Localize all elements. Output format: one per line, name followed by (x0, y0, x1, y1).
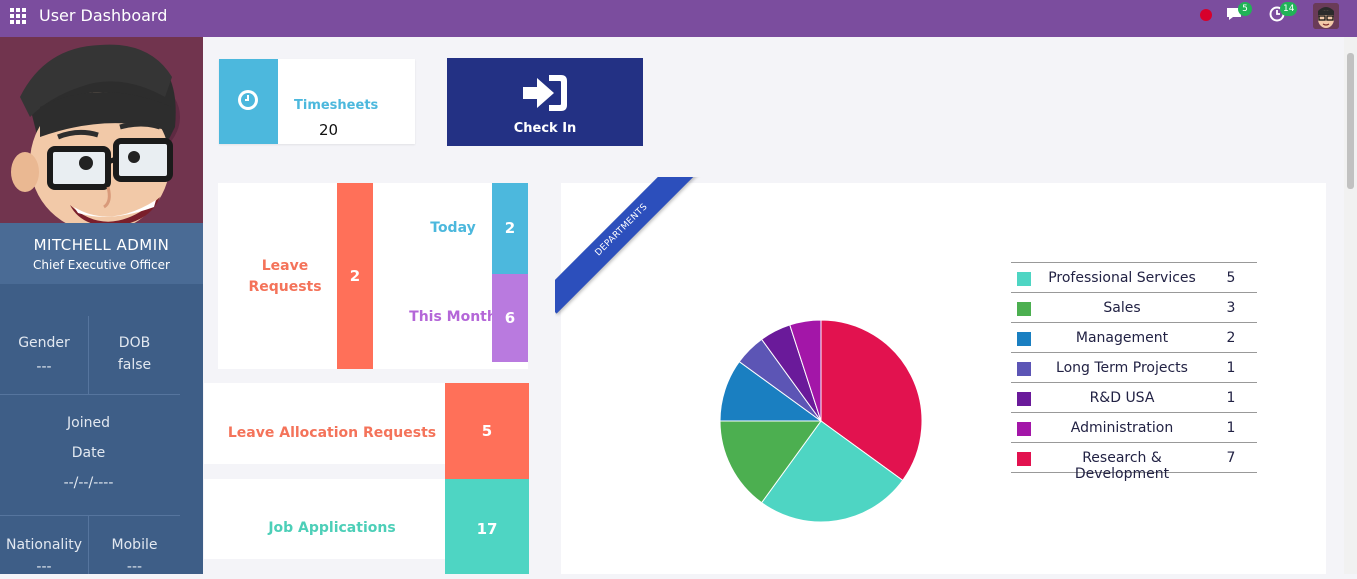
legend-row[interactable]: Management 2 (1011, 323, 1257, 353)
employee-role: Chief Executive Officer (33, 258, 170, 272)
legend-label: Research & Development (1074, 450, 1170, 482)
legend-value: 3 (1226, 300, 1236, 316)
legend-row[interactable]: R&D USA 1 (1011, 383, 1257, 413)
timesheets-value: 20 (319, 121, 339, 139)
sign-in-icon (523, 75, 567, 111)
check-in-button[interactable]: Check In (447, 58, 643, 146)
job-applications-label: Job Applications (268, 520, 396, 536)
leave-requests-count: 2 (337, 183, 373, 369)
legend-value: 5 (1226, 270, 1236, 286)
leave-month-count: 6 (492, 274, 528, 362)
info-divider (88, 316, 89, 395)
departments-ribbon: DEPARTMENTS (555, 177, 705, 327)
nationality-label: Nationality (5, 537, 82, 553)
status-dot-icon[interactable] (1200, 9, 1212, 21)
leave-allocation-card[interactable]: Leave Allocation Requests 5 (204, 383, 529, 479)
mobile-label: Mobile (111, 537, 158, 553)
dashboard-main: Timesheets 20 Check In Leave Requests 2 … (203, 37, 1357, 574)
gender-label: Gender (18, 335, 70, 351)
legend-label: Long Term Projects (1056, 360, 1188, 376)
legend-label: Sales (1103, 300, 1141, 316)
check-in-label: Check In (513, 121, 577, 136)
leave-requests-label: Leave Requests (248, 258, 322, 295)
employee-photo (0, 37, 203, 223)
mobile-value: --- (126, 559, 143, 574)
clock-icon (238, 90, 258, 110)
legend-row[interactable]: Long Term Projects 1 (1011, 353, 1257, 383)
departments-pie-chart (719, 319, 923, 523)
legend-label: Management (1075, 330, 1169, 346)
legend-swatch (1017, 302, 1031, 316)
leave-allocation-count: 5 (445, 383, 529, 479)
top-navbar: User Dashboard 5 14 (0, 0, 1357, 37)
timesheets-icon-box (219, 59, 278, 144)
legend-label: Administration (1070, 420, 1174, 436)
leave-today-label: Today (430, 220, 476, 236)
leave-allocation-label: Leave Allocation Requests (227, 425, 437, 441)
app-title: User Dashboard (39, 6, 168, 25)
legend-value: 7 (1226, 450, 1236, 466)
job-applications-count: 17 (445, 479, 529, 574)
leave-requests-card[interactable]: Leave Requests 2 Today 2 This Month 6 (218, 183, 528, 369)
legend-value: 1 (1226, 390, 1236, 406)
departments-ribbon-label: DEPARTMENTS (555, 177, 705, 314)
user-avatar[interactable] (1313, 3, 1339, 29)
activities-count-badge: 14 (1280, 2, 1298, 16)
profile-sidebar: MITCHELL ADMIN Chief Executive Officer G… (0, 37, 203, 574)
employee-name: MITCHELL ADMIN (33, 236, 170, 254)
departments-card: DEPARTMENTS Professional Services 5 Sales 3… (555, 177, 1326, 574)
legend-swatch (1017, 392, 1031, 406)
legend-row[interactable]: Research & Development 7 (1011, 443, 1257, 482)
leave-today-count: 2 (492, 183, 528, 274)
legend-row[interactable]: Professional Services 5 (1011, 263, 1257, 293)
gender-value: --- (36, 359, 52, 375)
timesheets-label: Timesheets (294, 98, 379, 113)
job-applications-card[interactable]: Job Applications 17 (204, 479, 529, 574)
info-divider (0, 394, 180, 395)
apps-menu-icon[interactable] (10, 8, 26, 24)
dob-label: DOB (118, 335, 151, 351)
legend-swatch (1017, 452, 1031, 466)
vertical-scrollbar[interactable] (1344, 37, 1357, 574)
joined-date-label: Date (71, 445, 106, 461)
messages-count-badge: 5 (1238, 2, 1252, 16)
employee-name-block: MITCHELL ADMIN Chief Executive Officer (0, 223, 203, 284)
legend-row[interactable]: Sales 3 (1011, 293, 1257, 323)
legend-value: 2 (1226, 330, 1236, 346)
nationality-value: --- (36, 559, 52, 574)
legend-swatch (1017, 422, 1031, 436)
legend-swatch (1017, 332, 1031, 346)
legend-swatch (1017, 272, 1031, 286)
joined-label: Joined (67, 415, 110, 431)
legend-value: 1 (1226, 360, 1236, 376)
dob-value: false (117, 357, 152, 373)
legend-swatch (1017, 362, 1031, 376)
timesheets-card[interactable]: Timesheets 20 (219, 59, 415, 144)
departments-legend: Professional Services 5 Sales 3 Management 2 L… (1011, 262, 1257, 482)
info-divider (0, 515, 180, 516)
scrollbar-thumb[interactable] (1347, 53, 1354, 189)
legend-label: Professional Services (1048, 270, 1196, 286)
joined-value: --/--/---- (63, 475, 114, 491)
legend-value: 1 (1226, 420, 1236, 436)
legend-label: R&D USA (1089, 390, 1155, 406)
legend-row[interactable]: Administration 1 (1011, 413, 1257, 443)
